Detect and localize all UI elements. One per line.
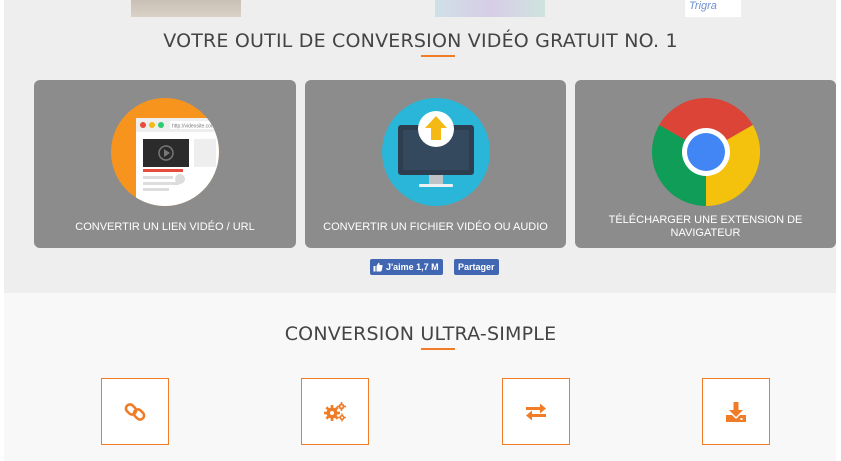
step-settings: [301, 378, 369, 445]
title-underline: [421, 55, 455, 57]
section-title-simple: CONVERSION ULTRA-SIMPLE: [284, 323, 557, 345]
link-icon: [124, 402, 146, 421]
exchange-arrows-icon: [526, 403, 546, 420]
url-text: http://videosite.com: [172, 124, 215, 130]
chrome-icon: [651, 97, 760, 206]
banner-image-left: [131, 0, 241, 17]
convert-file-card[interactable]: CONVERTIR UN FICHIER VIDÉO OU AUDIO: [305, 80, 566, 248]
convert-file-label: CONVERTIR UN FICHIER VIDÉO OU AUDIO: [323, 221, 548, 233]
convert-url-card[interactable]: http://videosite.com CONVERTIR UN LIEN V…: [34, 80, 296, 248]
gears-icon: [324, 401, 346, 421]
thumbs-up-icon: [373, 262, 383, 272]
browser-video-icon: http://videosite.com: [111, 98, 219, 206]
monitor-upload-icon: [381, 98, 490, 206]
banner-image-middle: [435, 0, 545, 17]
step-paste-link: [101, 378, 169, 445]
convert-url-label: CONVERTIR UN LIEN VIDÉO / URL: [75, 221, 255, 233]
browser-extension-label: TÉLÉCHARGER UNE EXTENSION DE NAVIGATEUR: [608, 214, 803, 239]
section-title-tools: VOTRE OUTIL DE CONVERSION VIDÉO GRATUIT …: [163, 30, 678, 52]
download-icon: [726, 401, 746, 422]
title-underline: [421, 348, 455, 350]
browser-extension-card[interactable]: TÉLÉCHARGER UNE EXTENSION DE NAVIGATEUR: [575, 80, 836, 248]
page: Trigra VOTRE OUTIL DE CONVERSION VIDÉO G…: [0, 0, 841, 461]
facebook-like-button[interactable]: J'aime 1,7 M: [370, 259, 443, 275]
facebook-share-button[interactable]: Partager: [454, 259, 499, 275]
step-download: [702, 378, 770, 445]
facebook-like-label: J'aime 1,7 M: [386, 262, 439, 272]
step-convert: [502, 378, 570, 445]
banner-logo-right: Trigra: [685, 0, 741, 17]
